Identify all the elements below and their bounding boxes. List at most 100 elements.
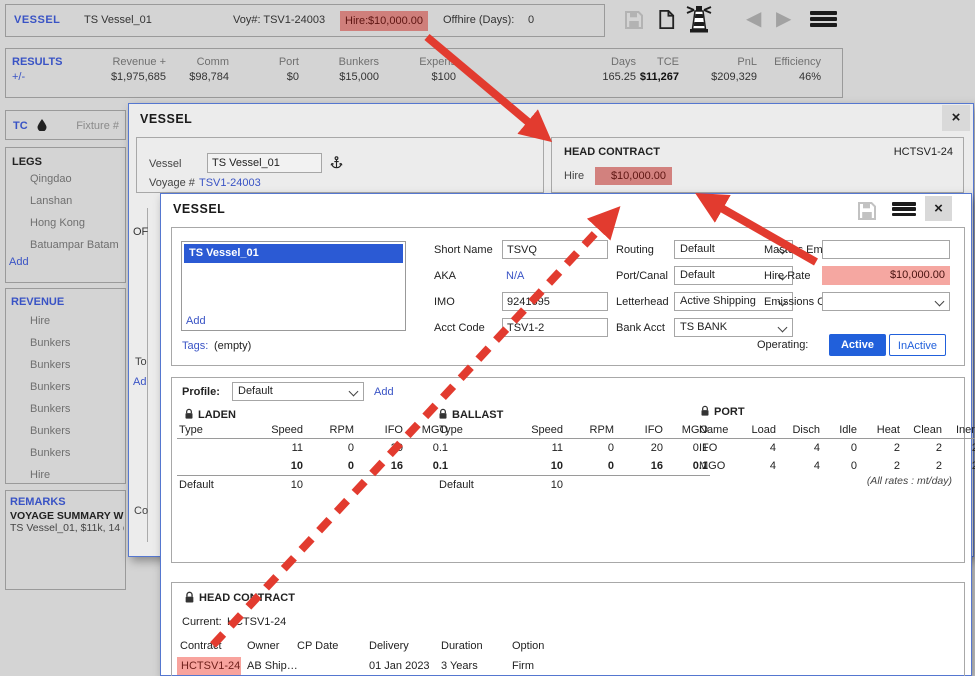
clipped-text: To [135,356,147,369]
back-arrow-icon[interactable]: ◀ [746,8,761,30]
revenue-item[interactable]: Hire [30,315,50,328]
revenue-item[interactable]: Bunkers [30,381,70,394]
option-cell[interactable]: Firm [512,660,534,673]
forward-arrow-icon[interactable]: ▶ [776,8,791,30]
operating-inactive-button[interactable]: InActive [889,334,946,356]
vessel-list-item-selected[interactable]: TS Vessel_01 [184,244,403,263]
table-header-row: Type Speed RPM IFO MGO [437,422,710,439]
table-row[interactable]: Default10 [437,476,710,495]
port-rates-note: (All rates : mt/day) [697,475,952,488]
tc-label[interactable]: TC [13,120,28,133]
leg-item[interactable]: Hong Kong [30,217,85,230]
top-bar-hire-field[interactable]: Hire: $10,000.00 [340,11,428,31]
hire-rate-field[interactable]: $10,000.00 [822,266,950,285]
dialog2-menu-icon[interactable] [892,202,916,216]
revenue-item[interactable]: Hire [30,469,50,482]
metric-label: Comm [149,56,229,69]
profiles-section: Profile: Default Add LADEN Type Speed RP… [171,377,965,563]
revenue-item[interactable]: Bunkers [30,359,70,372]
metric-value: $98,784 [149,71,229,84]
table-header-row: Type Speed RPM IFO MGO [177,422,450,439]
current-contract-value: HCTSV1-24 [227,616,286,629]
ballast-title: BALLAST [452,409,503,422]
vessel-list-add-link[interactable]: Add [186,315,206,328]
head-contract-hire-field[interactable]: $10,000.00 [595,167,672,185]
metric-label: Efficiency [751,56,821,69]
profile-select[interactable]: Default [232,382,364,401]
operating-active-button[interactable]: Active [829,334,886,356]
leg-item[interactable]: Batuampar Batam [30,239,119,252]
results-toggle[interactable]: +/- [12,71,25,84]
delivery-col-header: Delivery [369,640,409,653]
bank-acct-label: Bank Acct [616,322,665,335]
tags-link[interactable]: Tags: [182,340,208,353]
revenue-item[interactable]: Bunkers [30,425,70,438]
head-contract-hire-value: $10,000.00 [611,170,666,183]
owner-cell[interactable]: AB Ship… [247,660,298,673]
offhire-value[interactable]: 0 [528,14,534,27]
short-name-input[interactable] [502,240,608,259]
legs-title: LEGS [12,156,42,169]
masters-email-input[interactable] [822,240,950,259]
top-bar-title: VESSEL [14,14,60,27]
lighthouse-icon[interactable] [684,3,714,35]
table-row[interactable]: 110200.1 [177,439,450,458]
voyage-number-link[interactable]: TSV1-24003 [199,177,261,190]
port-title: PORT [714,406,745,419]
head-contract-hire-label: Hire [564,170,584,183]
contract-cell-highlighted[interactable]: HCTSV1-24 [177,657,241,675]
revenue-item[interactable]: Bunkers [30,403,70,416]
imo-input[interactable] [502,292,608,311]
vessel-group: Vessel Voyage # TSV1-24003 [136,137,544,193]
laden-title: LADEN [198,409,236,422]
fuel-drop-icon [37,119,47,131]
remarks-panel: REMARKS VOYAGE SUMMARY WHE TS Vessel_01,… [5,490,126,590]
metric-value: $100 [386,71,456,84]
option-col-header: Option [512,640,544,653]
revenue-item[interactable]: Bunkers [30,337,70,350]
table-row[interactable]: 100160.1 [177,457,450,476]
vessel-input[interactable] [207,153,322,173]
chevron-down-icon [935,297,945,307]
table-header-row: Name Load Disch Idle Heat Clean Inert [697,422,975,439]
metric-value: $11,267 [609,71,679,84]
top-bar-vessel-name: TS Vessel_01 [84,14,152,27]
save-icon[interactable] [622,8,646,32]
table-row[interactable]: 110200.1 [437,439,710,458]
legs-add-link[interactable]: Add [9,256,29,269]
table-row[interactable]: IFO440222 [697,439,975,458]
voyage-number-label: Voyage # [149,177,195,190]
head-contract-code: HCTSV1-24 [894,146,953,159]
clipped-add-link[interactable]: Ad [133,376,146,389]
acct-code-input[interactable] [502,318,608,337]
revenue-item[interactable]: Bunkers [30,447,70,460]
duration-cell[interactable]: 3 Years [441,660,478,673]
anchor-icon[interactable] [329,155,344,170]
hire-rate-value: $10,000.00 [890,269,945,282]
fixture-label: Fixture # [76,120,119,133]
leg-item[interactable]: Qingdao [30,173,72,186]
profile-label: Profile: [182,386,220,399]
table-row[interactable]: Default10 [177,476,450,495]
save-icon[interactable] [855,199,879,223]
chevron-down-icon [349,387,359,397]
table-row[interactable]: MGO440222 [697,457,975,475]
dialog1-close-button[interactable]: × [942,105,970,131]
clipped-text: OF [133,226,148,239]
profile-add-link[interactable]: Add [374,386,394,399]
delivery-cell[interactable]: 01 Jan 2023 [369,660,430,673]
vessel-listbox[interactable]: TS Vessel_01 Add [181,241,406,331]
table-row[interactable]: 100160.1 [437,457,710,476]
head-contract-title: HEAD CONTRACT [564,146,660,159]
bank-acct-select[interactable]: TS BANK [674,318,793,337]
dialog2-close-button[interactable]: × [925,196,952,221]
emissions-category-select[interactable] [822,292,950,311]
hire-rate-label: Hire Rate [764,270,810,283]
aka-value-link[interactable]: N/A [506,270,524,283]
main-menu-icon[interactable] [810,11,837,27]
acct-code-label: Acct Code [434,322,485,335]
new-document-icon[interactable] [655,8,678,31]
leg-item[interactable]: Lanshan [30,195,72,208]
owner-col-header: Owner [247,640,279,653]
top-bar-voyage[interactable]: Voy#: TSV1-24003 [233,14,325,27]
